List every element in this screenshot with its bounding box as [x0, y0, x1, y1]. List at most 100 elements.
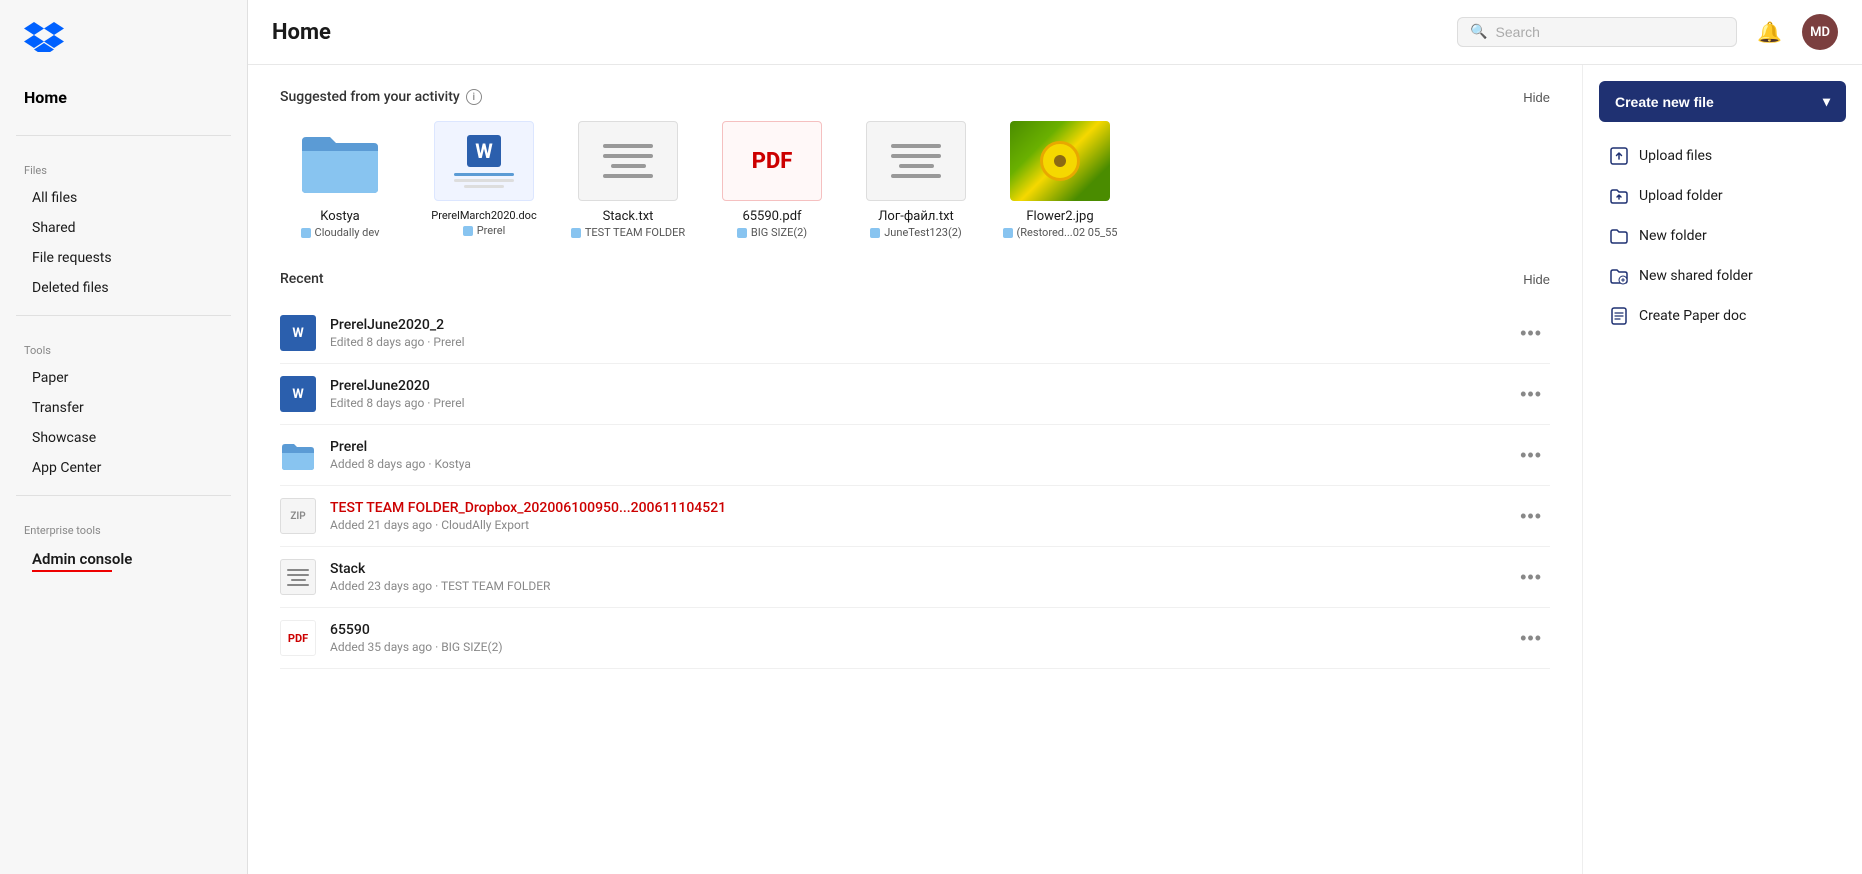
- flower-name: Flower2.jpg: [1000, 209, 1120, 224]
- recent-more-btn-65590[interactable]: •••: [1512, 624, 1550, 653]
- sidebar-item-home[interactable]: Home: [0, 80, 247, 115]
- recent-meta-test-team: Added 21 days ago · CloudAlly Export: [330, 518, 1512, 532]
- suggested-title: Suggested from your activity i: [280, 89, 482, 105]
- recent-more-btn-prerel-folder[interactable]: •••: [1512, 441, 1550, 470]
- sidebar-item-app-center[interactable]: App Center: [8, 454, 239, 482]
- sidebar-item-transfer[interactable]: Transfer: [8, 394, 239, 422]
- search-icon: 🔍: [1470, 24, 1487, 40]
- recent-info-65590: 65590 Added 35 days ago · BIG SIZE(2): [330, 622, 1512, 654]
- tools-section-label: Tools: [0, 328, 247, 363]
- sidebar-divider-2: [16, 315, 231, 316]
- recent-info-prerel-folder: Prerel Added 8 days ago · Kostya: [330, 439, 1512, 471]
- suggested-file-kostya[interactable]: Kostya Cloudally dev: [280, 121, 400, 239]
- recent-item-test-team[interactable]: ZIP TEST TEAM FOLDER_Dropbox_20200610095…: [280, 486, 1550, 547]
- recent-item-prerel-june2[interactable]: W PrerelJune2020_2 Edited 8 days ago · P…: [280, 303, 1550, 364]
- pdf-name: 65590.pdf: [712, 209, 832, 224]
- main-content: Suggested from your activity i Hide Kost…: [248, 65, 1582, 874]
- stack-name: Stack.txt: [568, 209, 688, 224]
- upload-folder-icon: [1609, 186, 1629, 206]
- recent-title: Recent: [280, 271, 324, 287]
- sidebar-item-paper[interactable]: Paper: [8, 364, 239, 392]
- flower-thumb: [1010, 121, 1110, 201]
- recent-more-btn-prerel-june[interactable]: •••: [1512, 380, 1550, 409]
- pdf-thumb: PDF: [722, 121, 822, 201]
- info-icon[interactable]: i: [466, 89, 482, 105]
- kostya-location: Cloudally dev: [301, 226, 380, 239]
- recent-name-test-team: TEST TEAM FOLDER_Dropbox_202006100950...…: [330, 500, 1512, 516]
- action-new-folder[interactable]: New folder: [1599, 218, 1846, 254]
- recent-meta-prerel-june: Edited 8 days ago · Prerel: [330, 396, 1512, 410]
- recent-meta-prerel-june2: Edited 8 days ago · Prerel: [330, 335, 1512, 349]
- sidebar-item-shared[interactable]: Shared: [8, 214, 239, 242]
- suggested-file-log[interactable]: Лог-файл.txt JuneTest123(2): [856, 121, 976, 239]
- recent-name-prerel-folder: Prerel: [330, 439, 1512, 455]
- action-upload-folder[interactable]: Upload folder: [1599, 178, 1846, 214]
- recent-more-btn-test-team[interactable]: •••: [1512, 502, 1550, 531]
- topbar: Home 🔍 🔔 MD: [248, 0, 1862, 65]
- files-section-label: Files: [0, 148, 247, 183]
- enterprise-section-label: Enterprise tools: [0, 508, 247, 543]
- new-folder-icon: [1609, 226, 1629, 246]
- search-input[interactable]: [1496, 24, 1725, 40]
- log-thumb: [866, 121, 966, 201]
- content-area: Suggested from your activity i Hide Kost…: [248, 65, 1862, 874]
- new-shared-folder-icon: [1609, 266, 1629, 286]
- create-new-file-btn[interactable]: Create new file ▾: [1599, 81, 1846, 122]
- action-list: Upload files Upload folder: [1599, 138, 1846, 334]
- suggested-hide-btn[interactable]: Hide: [1523, 90, 1550, 105]
- flower-location: (Restored...02 05_55: [1003, 226, 1118, 239]
- recent-icon-txt: [280, 559, 316, 595]
- page-title: Home: [272, 20, 1445, 45]
- admin-underline: [32, 570, 112, 572]
- recent-name-prerel-june: PrerelJune2020: [330, 378, 1512, 394]
- recent-item-stack[interactable]: Stack Added 23 days ago · TEST TEAM FOLD…: [280, 547, 1550, 608]
- kostya-name: Kostya: [280, 209, 400, 224]
- recent-item-prerel-june[interactable]: W PrerelJune2020 Edited 8 days ago · Pre…: [280, 364, 1550, 425]
- recent-info-prerel-june: PrerelJune2020 Edited 8 days ago · Prere…: [330, 378, 1512, 410]
- recent-icon-folder: [280, 437, 316, 473]
- suggested-file-flower[interactable]: Flower2.jpg (Restored...02 05_55: [1000, 121, 1120, 239]
- recent-item-prerel-folder[interactable]: Prerel Added 8 days ago · Kostya •••: [280, 425, 1550, 486]
- recent-section-header: Recent Hide: [280, 271, 1550, 287]
- sidebar-logo[interactable]: [0, 20, 247, 80]
- stack-thumb: [578, 121, 678, 201]
- pdf-location: BIG SIZE(2): [737, 226, 807, 239]
- notifications-bell[interactable]: 🔔: [1749, 16, 1790, 49]
- page-title-bar: Home: [272, 20, 1445, 45]
- recent-meta-stack: Added 23 days ago · TEST TEAM FOLDER: [330, 579, 1512, 593]
- suggested-file-stack[interactable]: Stack.txt TEST TEAM FOLDER: [568, 121, 688, 239]
- sidebar-item-deleted-files[interactable]: Deleted files: [8, 274, 239, 302]
- recent-icon-pdf: PDF: [280, 620, 316, 656]
- chevron-down-icon: ▾: [1823, 93, 1830, 110]
- upload-file-icon: [1609, 146, 1629, 166]
- recent-info-test-team: TEST TEAM FOLDER_Dropbox_202006100950...…: [330, 500, 1512, 532]
- log-location: JuneTest123(2): [870, 226, 962, 239]
- action-new-shared-folder[interactable]: New shared folder: [1599, 258, 1846, 294]
- avatar[interactable]: MD: [1802, 14, 1838, 50]
- right-panel: Create new file ▾ Upload files: [1582, 65, 1862, 874]
- recent-more-btn-stack[interactable]: •••: [1512, 563, 1550, 592]
- action-create-paper-doc[interactable]: Create Paper doc: [1599, 298, 1846, 334]
- sidebar-item-file-requests[interactable]: File requests: [8, 244, 239, 272]
- sidebar-item-all-files[interactable]: All files: [8, 184, 239, 212]
- recent-icon-zip: ZIP: [280, 498, 316, 534]
- sidebar-item-showcase[interactable]: Showcase: [8, 424, 239, 452]
- sidebar-divider-3: [16, 495, 231, 496]
- recent-section: Recent Hide W PrerelJune2020_2 Edited 8 …: [280, 271, 1550, 669]
- recent-item-65590[interactable]: PDF 65590 Added 35 days ago · BIG SIZE(2…: [280, 608, 1550, 669]
- suggested-section-header: Suggested from your activity i Hide: [280, 89, 1550, 105]
- sidebar: Home Files All files Shared File request…: [0, 0, 248, 874]
- recent-more-btn-prerel-june2[interactable]: •••: [1512, 319, 1550, 348]
- recent-meta-prerel-folder: Added 8 days ago · Kostya: [330, 457, 1512, 471]
- prerel-march-name: PrerelMarch2020.doc: [424, 209, 544, 222]
- sidebar-item-admin-console[interactable]: Admin console: [8, 544, 239, 578]
- recent-info-stack: Stack Added 23 days ago · TEST TEAM FOLD…: [330, 561, 1512, 593]
- suggested-file-prerel-march[interactable]: W PrerelMarch2020.doc Prerel: [424, 121, 544, 239]
- kostya-thumb: [290, 121, 390, 201]
- recent-hide-btn[interactable]: Hide: [1523, 272, 1550, 287]
- suggested-file-pdf[interactable]: PDF 65590.pdf BIG SIZE(2): [712, 121, 832, 239]
- action-upload-files[interactable]: Upload files: [1599, 138, 1846, 174]
- search-box[interactable]: 🔍: [1457, 17, 1737, 47]
- sidebar-divider: [16, 135, 231, 136]
- recent-name-stack: Stack: [330, 561, 1512, 577]
